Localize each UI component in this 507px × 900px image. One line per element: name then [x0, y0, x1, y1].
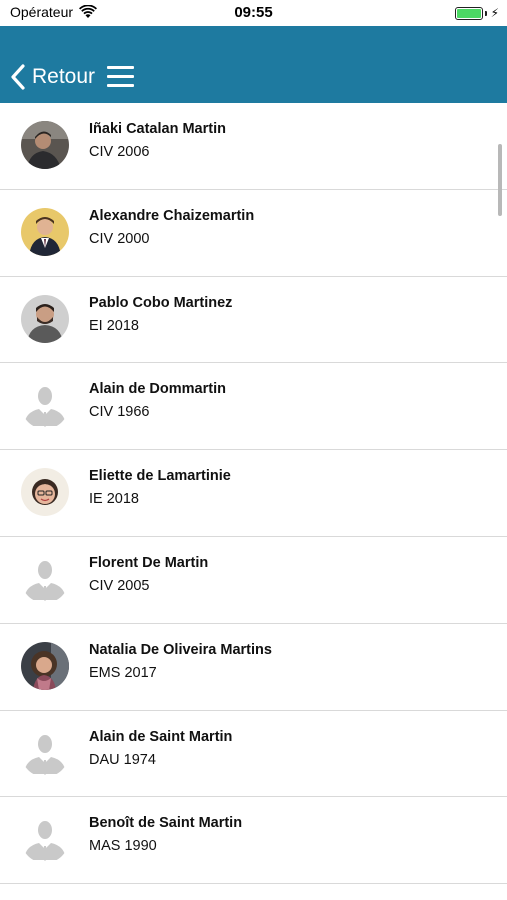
- avatar: [21, 468, 69, 517]
- list-item[interactable]: Iñaki Catalan Martin CIV 2006: [0, 103, 507, 190]
- person-name: Florent De Martin: [89, 554, 209, 571]
- list-item[interactable]: Pablo Cobo Martinez EI 2018: [0, 277, 507, 364]
- avatar: [21, 294, 69, 343]
- avatar-placeholder-icon: [21, 554, 69, 603]
- person-name: Alexandre Chaizemartin: [89, 207, 255, 224]
- back-label: Retour: [32, 65, 96, 88]
- carrier: Opérateur: [10, 4, 98, 20]
- list-item[interactable]: Benoît de Saint Martin MAS 1990: [0, 797, 507, 885]
- person-name: Eliette de Lamartinie: [89, 468, 231, 485]
- list-item[interactable]: Eliette de Lamartinie IE 2018: [0, 450, 507, 537]
- person-class: EI 2018: [89, 317, 139, 334]
- back-button[interactable]: Retour: [10, 62, 95, 92]
- list-item[interactable]: Natalia De Oliveira Martins EMS 2017: [0, 624, 507, 711]
- battery-icon: ⚡: [454, 6, 499, 20]
- avatar: [21, 207, 69, 256]
- person-class: MAS 1990: [89, 838, 157, 855]
- person-name: Iñaki Catalan Martin: [89, 121, 226, 137]
- person-name: Pablo Cobo Martinez: [89, 294, 233, 311]
- chevron-left-icon: [11, 64, 25, 90]
- person-class: CIV 2005: [89, 577, 150, 594]
- screen: Opérateur 09:55 ⚡ Retour Iñaki Catalan M…: [0, 0, 507, 900]
- avatar-placeholder-icon: [21, 728, 69, 777]
- person-name: Benoît de Saint Martin: [89, 815, 243, 832]
- status-bar: Opérateur 09:55 ⚡: [0, 0, 507, 26]
- person-class: CIV 2006: [89, 144, 150, 160]
- carrier-label: Opérateur: [10, 4, 74, 20]
- charging-bolt-icon: ⚡: [490, 6, 499, 20]
- avatar: [21, 121, 69, 169]
- person-name: Alain de Saint Martin: [89, 728, 233, 745]
- wifi-icon: [79, 5, 98, 18]
- hamburger-menu-icon[interactable]: [107, 66, 134, 88]
- list-item[interactable]: Florent De Martin CIV 2005: [0, 537, 507, 624]
- status-time: 09:55: [234, 4, 273, 21]
- person-name: Natalia De Oliveira Martins: [89, 641, 272, 658]
- navigation-bar: Retour: [0, 26, 507, 103]
- avatar-placeholder-icon: [21, 815, 69, 864]
- person-class: EMS 2017: [89, 664, 157, 681]
- person-name: Alain de Dommartin: [89, 381, 226, 398]
- avatar: [21, 641, 69, 690]
- list-item[interactable]: Alain de Dommartin CIV 1966: [0, 363, 507, 451]
- list-item[interactable]: Alain de Saint Martin DAU 1974: [0, 711, 507, 798]
- person-class: CIV 1966: [89, 404, 150, 421]
- scrollbar[interactable]: [498, 144, 502, 216]
- avatar-placeholder-icon: [21, 381, 69, 430]
- list-item[interactable]: Alexandre Chaizemartin CIV 2000: [0, 190, 507, 277]
- people-list: Iñaki Catalan Martin CIV 2006 Alexandre …: [0, 103, 507, 885]
- person-class: IE 2018: [89, 491, 139, 508]
- person-class: CIV 2000: [89, 230, 150, 247]
- person-class: DAU 1974: [89, 751, 156, 768]
